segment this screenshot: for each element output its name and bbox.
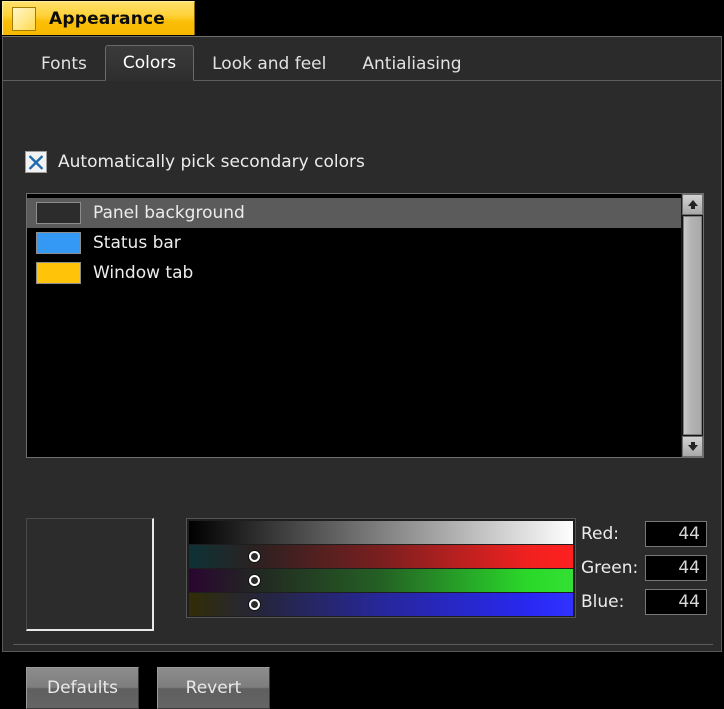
arrow-up-icon [687, 199, 698, 209]
green-input[interactable]: 44 [645, 555, 707, 581]
green-slider[interactable] [189, 569, 573, 592]
footer-buttons: Defaults Revert [26, 667, 270, 709]
list-item-label: Window tab [93, 263, 194, 283]
defaults-button[interactable]: Defaults [26, 667, 139, 709]
red-gradient-bar [189, 545, 573, 568]
list-item[interactable]: Panel background [27, 198, 681, 228]
title-bar: Appearance [0, 0, 724, 36]
list-item[interactable]: Window tab [27, 258, 681, 288]
scrollbar-thumb[interactable] [683, 216, 702, 435]
tab-look-and-feel-label: Look and feel [212, 53, 327, 74]
color-sliders [186, 518, 576, 618]
tab-colors[interactable]: Colors [104, 45, 195, 81]
tab-fonts[interactable]: Fonts [23, 45, 105, 81]
tab-antialiasing[interactable]: Antialiasing [344, 45, 479, 81]
blue-label: Blue: [581, 592, 625, 612]
value-slider[interactable] [189, 521, 573, 544]
red-label: Red: [581, 524, 620, 544]
green-slider-handle[interactable] [249, 574, 261, 586]
value-gradient-bar [189, 521, 573, 544]
red-slider-handle[interactable] [249, 550, 261, 562]
red-slider[interactable] [189, 545, 573, 568]
list-item[interactable]: Status bar [27, 228, 681, 258]
blue-field-row: Blue: 44 [581, 586, 707, 618]
color-swatch[interactable] [36, 262, 81, 284]
green-label: Green: [581, 558, 639, 578]
footer-separator [13, 644, 713, 645]
auto-pick-checkbox[interactable] [25, 151, 47, 173]
color-list-box: Panel background Status bar Window tab [26, 193, 704, 458]
color-swatch[interactable] [36, 202, 81, 224]
color-preview [26, 518, 154, 631]
vertical-scrollbar[interactable] [681, 194, 703, 457]
color-swatch[interactable] [36, 232, 81, 254]
scrollbar-track[interactable] [682, 215, 703, 436]
blue-slider-handle[interactable] [249, 598, 261, 610]
scroll-up-button[interactable] [682, 194, 703, 215]
green-gradient-bar [189, 569, 573, 592]
colors-panel: Automatically pick secondary colors Pane… [3, 81, 721, 709]
list-item-label: Status bar [93, 233, 181, 253]
auto-pick-secondary-colors-row[interactable]: Automatically pick secondary colors [25, 151, 365, 173]
window-title: Appearance [48, 8, 166, 29]
red-input[interactable]: 44 [645, 521, 707, 547]
red-field-row: Red: 44 [581, 518, 707, 550]
appearance-window: Fonts Colors Look and feel Antialiasing … [2, 36, 722, 709]
tab-look-and-feel[interactable]: Look and feel [194, 45, 344, 81]
tab-colors-label: Colors [122, 53, 177, 73]
green-field-row: Green: 44 [581, 552, 707, 584]
arrow-down-icon [687, 441, 698, 451]
color-list[interactable]: Panel background Status bar Window tab [27, 194, 681, 457]
blue-gradient-bar [189, 593, 573, 616]
tab-strip: Fonts Colors Look and feel Antialiasing [3, 37, 721, 81]
swatch-icon [12, 6, 36, 31]
x-mark-icon [28, 155, 44, 170]
rgb-fields: Red: 44 Green: 44 Blue: 44 [581, 518, 707, 620]
tab-fonts-label: Fonts [41, 53, 87, 74]
scroll-down-button[interactable] [682, 436, 703, 457]
revert-button[interactable]: Revert [157, 667, 270, 709]
auto-pick-checkbox-label: Automatically pick secondary colors [58, 152, 365, 172]
blue-slider[interactable] [189, 593, 573, 616]
tab-antialiasing-label: Antialiasing [362, 53, 462, 74]
window-tab[interactable]: Appearance [2, 1, 195, 35]
list-item-label: Panel background [93, 203, 245, 223]
blue-input[interactable]: 44 [645, 589, 707, 615]
